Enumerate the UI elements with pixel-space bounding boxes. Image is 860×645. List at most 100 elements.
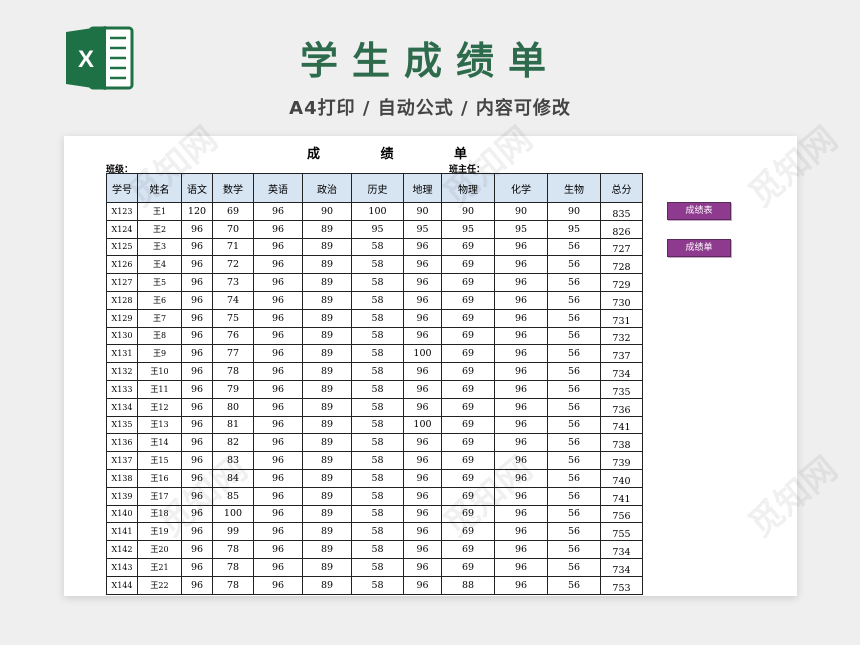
table-cell[interactable]: X139: [106, 486, 138, 506]
table-cell[interactable]: 96: [403, 557, 442, 577]
table-cell[interactable]: 735: [600, 379, 643, 399]
table-cell[interactable]: 826: [600, 219, 643, 239]
table-cell[interactable]: 69: [441, 468, 495, 488]
table-cell[interactable]: 739: [600, 451, 643, 470]
table-cell[interactable]: 89: [302, 540, 352, 559]
table-cell[interactable]: 90: [547, 202, 601, 221]
table-cell[interactable]: X137: [106, 451, 138, 470]
table-cell[interactable]: 78: [212, 362, 254, 381]
table-cell[interactable]: 96: [494, 273, 548, 292]
table-cell[interactable]: 96: [253, 219, 303, 239]
table-cell[interactable]: 58: [351, 326, 404, 346]
table-cell[interactable]: 736: [600, 397, 643, 417]
table-cell[interactable]: 73: [212, 273, 254, 292]
table-cell[interactable]: 96: [403, 540, 442, 559]
table-cell[interactable]: 96: [494, 433, 548, 453]
column-header[interactable]: 学号: [106, 173, 138, 203]
table-cell[interactable]: 96: [253, 379, 303, 399]
table-cell[interactable]: 96: [181, 397, 213, 417]
table-cell[interactable]: X134: [106, 397, 138, 417]
table-cell[interactable]: 96: [253, 451, 303, 470]
table-cell[interactable]: 737: [600, 344, 643, 364]
table-cell[interactable]: 96: [253, 255, 303, 275]
table-cell[interactable]: 89: [302, 237, 352, 257]
table-cell[interactable]: 96: [403, 486, 442, 506]
table-cell[interactable]: 58: [351, 557, 404, 577]
table-cell[interactable]: 69: [441, 504, 495, 524]
table-cell[interactable]: X130: [106, 326, 138, 346]
table-cell[interactable]: 69: [441, 344, 495, 364]
table-cell[interactable]: 王11: [137, 379, 182, 399]
table-cell[interactable]: 王18: [137, 504, 182, 524]
table-cell[interactable]: 56: [547, 468, 601, 488]
table-cell[interactable]: 王5: [137, 273, 182, 292]
table-cell[interactable]: 56: [547, 522, 601, 542]
table-cell[interactable]: 王8: [137, 326, 182, 346]
table-cell[interactable]: 56: [547, 326, 601, 346]
column-header[interactable]: 化学: [494, 173, 548, 203]
table-cell[interactable]: 96: [253, 415, 303, 435]
table-cell[interactable]: 89: [302, 522, 352, 542]
table-cell[interactable]: 734: [600, 362, 643, 381]
table-cell[interactable]: 96: [403, 575, 442, 595]
table-cell[interactable]: 89: [302, 468, 352, 488]
table-cell[interactable]: 96: [253, 540, 303, 559]
table-cell[interactable]: 王6: [137, 290, 182, 310]
table-cell[interactable]: 96: [403, 451, 442, 470]
table-cell[interactable]: 89: [302, 308, 352, 328]
table-cell[interactable]: X131: [106, 344, 138, 364]
table-cell[interactable]: 99: [212, 522, 254, 542]
table-cell[interactable]: 96: [181, 273, 213, 292]
table-cell[interactable]: 90: [302, 202, 352, 221]
column-header[interactable]: 政治: [302, 173, 352, 203]
table-cell[interactable]: 56: [547, 451, 601, 470]
table-cell[interactable]: 732: [600, 326, 643, 346]
table-cell[interactable]: 734: [600, 540, 643, 559]
table-cell[interactable]: 96: [181, 237, 213, 257]
table-cell[interactable]: 96: [253, 486, 303, 506]
table-cell[interactable]: 78: [212, 575, 254, 595]
table-cell[interactable]: 70: [212, 219, 254, 239]
table-cell[interactable]: 69: [441, 415, 495, 435]
table-cell[interactable]: 王9: [137, 344, 182, 364]
column-header[interactable]: 总分: [600, 173, 643, 203]
table-cell[interactable]: 56: [547, 486, 601, 506]
table-cell[interactable]: 58: [351, 379, 404, 399]
table-cell[interactable]: 96: [181, 504, 213, 524]
table-cell[interactable]: 王4: [137, 255, 182, 275]
table-cell[interactable]: 88: [441, 575, 495, 595]
table-cell[interactable]: 740: [600, 468, 643, 488]
table-cell[interactable]: 96: [181, 415, 213, 435]
table-cell[interactable]: 95: [441, 219, 495, 239]
table-cell[interactable]: X127: [106, 273, 138, 292]
table-cell[interactable]: 96: [403, 433, 442, 453]
table-cell[interactable]: 69: [441, 237, 495, 257]
table-cell[interactable]: 69: [441, 290, 495, 310]
table-cell[interactable]: X138: [106, 468, 138, 488]
table-cell[interactable]: 69: [441, 540, 495, 559]
table-cell[interactable]: 76: [212, 326, 254, 346]
table-cell[interactable]: 王7: [137, 308, 182, 328]
table-cell[interactable]: 80: [212, 397, 254, 417]
table-cell[interactable]: 58: [351, 451, 404, 470]
table-cell[interactable]: 56: [547, 504, 601, 524]
table-cell[interactable]: 58: [351, 273, 404, 292]
table-cell[interactable]: 58: [351, 433, 404, 453]
table-cell[interactable]: 王16: [137, 468, 182, 488]
table-cell[interactable]: 58: [351, 575, 404, 595]
scores-table-button[interactable]: 成绩表: [667, 202, 731, 220]
table-cell[interactable]: 69: [441, 451, 495, 470]
table-cell[interactable]: 96: [253, 575, 303, 595]
table-cell[interactable]: 96: [494, 344, 548, 364]
table-cell[interactable]: 58: [351, 308, 404, 328]
table-cell[interactable]: 85: [212, 486, 254, 506]
table-cell[interactable]: 69: [441, 362, 495, 381]
table-cell[interactable]: 729: [600, 273, 643, 292]
table-cell[interactable]: 56: [547, 397, 601, 417]
table-cell[interactable]: 王20: [137, 540, 182, 559]
table-cell[interactable]: 96: [181, 575, 213, 595]
table-cell[interactable]: 96: [494, 504, 548, 524]
table-cell[interactable]: 89: [302, 273, 352, 292]
table-cell[interactable]: X144: [106, 575, 138, 595]
table-cell[interactable]: 56: [547, 273, 601, 292]
